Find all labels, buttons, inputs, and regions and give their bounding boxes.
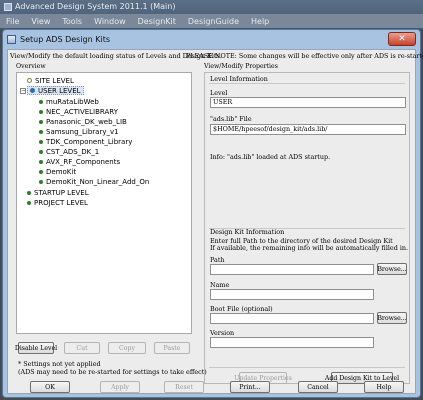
copy-button[interactable]: Copy xyxy=(108,342,146,354)
ads-lib-info: Info: "ads.lib" loaded at ADS startup. xyxy=(210,153,331,161)
close-icon: ✕ xyxy=(398,34,406,44)
menu-file[interactable]: File xyxy=(6,17,19,26)
menu-tools[interactable]: Tools xyxy=(62,17,82,26)
separator xyxy=(209,83,405,84)
tree-item-project-level[interactable]: PROJECT LEVEL xyxy=(27,198,88,207)
help-button[interactable]: Help xyxy=(364,381,404,393)
level-bullet-icon xyxy=(27,200,31,205)
tree-item-demokit-nonlinear[interactable]: DemoKit_Non_Linear_Add_On xyxy=(39,177,149,186)
kit-bullet-icon xyxy=(39,179,43,184)
background-app-title: Advanced Design System 2011.1 (Main) xyxy=(4,2,175,11)
dialog-titlebar[interactable]: Setup ADS Design Kits xyxy=(3,30,420,48)
browse-boot-button[interactable]: Browse... xyxy=(377,312,407,324)
boot-file-label: Boot File (optional) xyxy=(210,305,273,313)
background-app-title-text: Advanced Design System 2011.1 (Main) xyxy=(15,2,176,11)
tree-item-label: TDK_Component_Library xyxy=(46,137,133,146)
close-button[interactable]: ✕ xyxy=(388,32,416,46)
tree-item-label: DemoKit_Non_Linear_Add_On xyxy=(46,177,150,186)
tree-item-label: AVX_RF_Components xyxy=(46,157,121,166)
kit-bullet-icon xyxy=(39,129,43,134)
level-field-label: Level xyxy=(210,89,228,97)
background-app-menubar: File View Tools Window DesignKit DesignG… xyxy=(0,14,423,28)
ads-lib-field: $HOME/hpeesof/design_kit/ads.lib/ xyxy=(210,124,406,135)
path-input[interactable] xyxy=(210,264,374,275)
tree-item-site-level[interactable]: SITE LEVEL xyxy=(27,76,74,85)
design-kit-hint-2: If available, the remaining info will be… xyxy=(210,244,409,252)
ok-button[interactable]: OK xyxy=(30,381,70,393)
tree-item-avx[interactable]: AVX_RF_Components xyxy=(39,157,120,166)
boot-file-input[interactable] xyxy=(210,313,374,324)
level-bullet-icon xyxy=(27,78,32,83)
tree-item-label: USER LEVEL xyxy=(38,86,81,95)
paste-button[interactable]: Paste xyxy=(154,342,190,354)
tree-item-cst[interactable]: CST_ADS_DK_1 xyxy=(39,147,99,156)
tree-item-label: CST_ADS_DK_1 xyxy=(46,147,100,156)
tree-item-murata[interactable]: muRataLibWeb xyxy=(39,97,99,106)
name-input[interactable] xyxy=(210,289,374,300)
menu-designkit[interactable]: DesignKit xyxy=(138,17,176,26)
tree-item-label: NEC_ACTIVELIBRARY xyxy=(46,107,118,116)
browse-path-button[interactable]: Browse... xyxy=(377,263,407,275)
name-label: Name xyxy=(210,281,230,289)
ads-lib-label: "ads.lib" File xyxy=(210,115,252,123)
kit-bullet-icon xyxy=(39,109,43,114)
tree-item-label: DemoKit xyxy=(46,167,77,176)
tree-item-label: muRataLibWeb xyxy=(46,97,99,106)
tree-item-samsung[interactable]: Samsung_Library_v1 xyxy=(39,127,119,136)
dialog-body: View/Modify the default loading status o… xyxy=(7,49,423,394)
ads-app-icon xyxy=(4,2,12,11)
properties-label: View/Modify Properties xyxy=(204,63,278,70)
print-button[interactable]: Print... xyxy=(230,381,270,393)
menu-designguide[interactable]: DesignGuide xyxy=(188,17,239,26)
tree-item-label: SITE LEVEL xyxy=(35,76,74,85)
level-field: USER xyxy=(210,97,406,108)
kit-bullet-icon xyxy=(39,99,43,104)
tree-item-label: Samsung_Library_v1 xyxy=(46,127,119,136)
tree-item-tdk[interactable]: TDK_Component_Library xyxy=(39,137,132,146)
design-kit-info-label: Design Kit Information xyxy=(210,228,285,236)
background-app-titlebar: Advanced Design System 2011.1 (Main) Fil… xyxy=(0,0,423,30)
tree-item-label: STARTUP LEVEL xyxy=(34,188,89,197)
reset-button[interactable]: Reset xyxy=(164,381,204,393)
cut-button[interactable]: Cut xyxy=(64,342,100,354)
tree-item-startup-level[interactable]: STARTUP LEVEL xyxy=(27,188,89,197)
dialog-app-icon xyxy=(7,34,16,44)
separator xyxy=(209,367,405,368)
kit-bullet-icon xyxy=(39,149,43,154)
collapse-icon[interactable]: − xyxy=(20,88,26,94)
kit-bullet-icon xyxy=(39,139,43,144)
kit-bullet-icon xyxy=(39,119,43,124)
footnote-pending: * Settings not yet applied xyxy=(18,360,101,368)
tree-item-label: Panasonic_DK_web_LIB xyxy=(46,117,127,126)
tree-item-user-level[interactable]: USER LEVEL xyxy=(27,86,84,95)
level-bullet-icon xyxy=(30,88,35,93)
menu-view[interactable]: View xyxy=(31,17,50,26)
version-label: Version xyxy=(210,329,235,337)
dialog-title: Setup ADS Design Kits xyxy=(20,34,111,44)
disable-level-button[interactable]: Disable Level xyxy=(15,342,57,354)
tree-item-demokit[interactable]: DemoKit xyxy=(39,167,76,176)
apply-button[interactable]: Apply xyxy=(100,381,140,393)
version-input[interactable] xyxy=(210,337,374,348)
tree-item-label: PROJECT LEVEL xyxy=(34,198,88,207)
overview-label: Overview xyxy=(16,63,46,70)
kit-bullet-icon xyxy=(39,169,43,174)
menu-window[interactable]: Window xyxy=(94,17,126,26)
tree-item-panasonic[interactable]: Panasonic_DK_web_LIB xyxy=(39,117,127,126)
kit-bullet-icon xyxy=(39,159,43,164)
tree-item-nec[interactable]: NEC_ACTIVELIBRARY xyxy=(39,107,118,116)
cancel-button[interactable]: Cancel xyxy=(298,381,338,393)
level-info-label: Level Information xyxy=(210,75,268,83)
level-bullet-icon xyxy=(27,190,31,195)
overview-tree[interactable]: SITE LEVEL − USER LEVEL muRataLibWeb NEC… xyxy=(16,72,192,334)
footnote-restart: (ADS may need to be re-started for setti… xyxy=(18,368,207,376)
setup-design-kits-dialog: Setup ADS Design Kits ✕ View/Modify the … xyxy=(2,29,423,398)
dialog-note: PLEASE NOTE: Some changes will be effect… xyxy=(186,52,423,60)
properties-panel: Level Information Level USER "ads.lib" F… xyxy=(204,72,410,384)
menu-help[interactable]: Help xyxy=(251,17,269,26)
path-label: Path xyxy=(210,256,225,264)
